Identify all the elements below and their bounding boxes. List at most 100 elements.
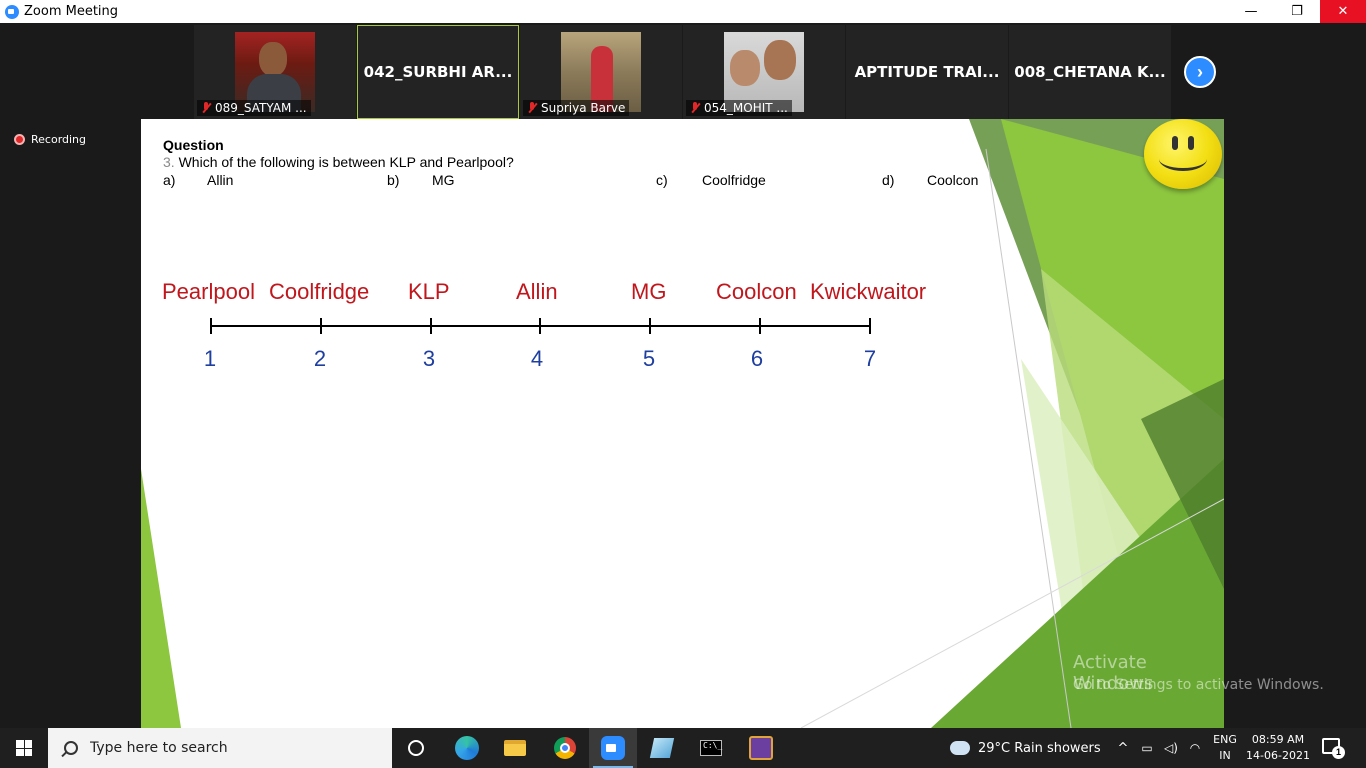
arrangement-word: Allin [516, 279, 558, 304]
option-letter: b) [387, 172, 400, 188]
slide-background-decoration [141, 119, 1224, 728]
arrangement-word: Pearlpool [162, 279, 255, 304]
position-number: 4 [530, 346, 544, 371]
edge-icon [455, 736, 479, 760]
participant-name-label: 089_SATYAM ... [197, 100, 311, 116]
recording-label: Recording [31, 133, 87, 146]
mic-muted-icon [527, 102, 537, 114]
region-code: IN [1219, 749, 1231, 762]
zoom-logo-icon [5, 4, 19, 19]
number-line [210, 318, 871, 334]
option-letter: d) [882, 172, 895, 188]
window-title: Zoom Meeting [24, 4, 119, 19]
activation-watermark-hint: Go to Settings to activate Windows. [1073, 677, 1324, 693]
option-text: Coolcon [927, 172, 979, 188]
close-button[interactable]: ✕ [1320, 0, 1366, 23]
windows-logo-icon [16, 740, 32, 756]
option-letter: a) [163, 172, 176, 188]
notification-count-badge: 1 [1332, 746, 1345, 759]
wifi-icon[interactable]: ◠ [1184, 728, 1206, 768]
smiley-face-icon [1144, 119, 1222, 189]
option-text: MG [432, 172, 455, 188]
chevron-right-icon: › [1197, 61, 1203, 82]
shared-screen-slide: Question 3. Which of the following is be… [141, 119, 1224, 728]
meeting-area: 089_SATYAM ... 042_SURBHI AR... Supriya … [0, 23, 1366, 728]
arrangement-word: Coolcon [716, 279, 797, 304]
folder-icon [504, 740, 526, 756]
participant-tile[interactable]: 008_CHETANA K... [1009, 25, 1171, 119]
notes-app-button[interactable] [638, 728, 686, 768]
question-text: 3. Which of the following is between KLP… [163, 154, 514, 170]
participant-name: 089_SATYAM ... [215, 101, 307, 115]
participant-name: Supriya Barve [541, 101, 626, 115]
game-icon [749, 736, 773, 760]
arrangement-word: MG [631, 279, 667, 304]
language-indicator[interactable]: ENG IN [1210, 732, 1240, 764]
recording-indicator[interactable]: Recording [14, 133, 86, 146]
position-number: 5 [642, 346, 656, 371]
notification-center-button[interactable]: 1 [1322, 738, 1345, 759]
participant-tile-active-speaker[interactable]: 042_SURBHI AR... [357, 25, 519, 119]
arrangement-word: KLP [408, 279, 450, 304]
position-number: 3 [422, 346, 436, 371]
position-number: 2 [313, 346, 327, 371]
rain-cloud-icon [947, 737, 970, 755]
participant-name: 054_MOHIT ... [704, 101, 788, 115]
terminal-button[interactable]: C:\_ [687, 728, 735, 768]
participant-strip: 089_SATYAM ... 042_SURBHI AR... Supriya … [194, 25, 1171, 119]
mic-muted-icon [690, 102, 700, 114]
battery-icon[interactable]: ▭ [1136, 728, 1158, 768]
arrangement-word: Kwickwaitor [810, 279, 927, 304]
option-text: Coolfridge [702, 172, 766, 188]
record-icon [14, 134, 25, 145]
chrome-button[interactable] [541, 728, 589, 768]
cortana-button[interactable] [392, 728, 440, 768]
mic-muted-icon [201, 102, 211, 114]
weather-text: 29°C Rain showers [978, 740, 1101, 756]
participant-tile[interactable]: 089_SATYAM ... [194, 25, 356, 119]
participant-name: 008_CHETANA K... [1014, 63, 1166, 81]
zoom-icon [601, 736, 625, 760]
zoom-taskbar-button[interactable] [589, 728, 637, 768]
arrangement-word: Coolfridge [269, 279, 370, 304]
cortana-icon [408, 740, 424, 756]
taskbar: C:\_ 29°C Rain showers ^ ▭ ◁) ◠ ENG IN 0… [0, 728, 1366, 768]
notes-icon [649, 738, 675, 758]
participant-name: 042_SURBHI AR... [363, 63, 513, 81]
title-bar: Zoom Meeting — ❐ ✕ [0, 0, 1366, 23]
participant-tile[interactable]: Supriya Barve [520, 25, 682, 119]
slide-deco-shape [141, 469, 181, 728]
chrome-icon [554, 737, 576, 759]
participant-name: APTITUDE TRAI... [854, 63, 1000, 81]
participant-tile[interactable]: APTITUDE TRAI... [846, 25, 1008, 119]
edge-button[interactable] [443, 728, 491, 768]
language-code: ENG [1213, 733, 1237, 746]
show-hidden-icons-button[interactable]: ^ [1114, 728, 1132, 768]
game-app-button[interactable] [737, 728, 785, 768]
minimize-button[interactable]: — [1228, 0, 1274, 23]
terminal-icon: C:\_ [700, 740, 722, 756]
participant-name-label: 054_MOHIT ... [686, 100, 792, 116]
taskbar-search[interactable] [48, 728, 392, 768]
clock-date: 14-06-2021 [1246, 749, 1310, 762]
option-letter: c) [656, 172, 668, 188]
volume-icon[interactable]: ◁) [1160, 728, 1182, 768]
question-heading: Question [163, 137, 224, 153]
position-number: 1 [203, 346, 217, 371]
file-explorer-button[interactable] [491, 728, 539, 768]
weather-widget[interactable]: 29°C Rain showers [947, 728, 1101, 768]
start-button[interactable] [0, 728, 48, 768]
position-number: 6 [750, 346, 764, 371]
option-text: Allin [207, 172, 234, 188]
participant-name-label: Supriya Barve [523, 100, 630, 116]
participant-tile[interactable]: 054_MOHIT ... [683, 25, 845, 119]
question-number: 3. [163, 154, 175, 170]
clock-time: 08:59 AM [1251, 733, 1305, 746]
clock[interactable]: 08:59 AM 14-06-2021 [1246, 732, 1310, 764]
next-page-button[interactable]: › [1184, 56, 1216, 88]
restore-button[interactable]: ❐ [1274, 0, 1320, 23]
position-number: 7 [863, 346, 877, 371]
question-body: Which of the following is between KLP an… [178, 154, 514, 170]
search-input[interactable] [90, 740, 370, 756]
search-icon [64, 741, 78, 755]
